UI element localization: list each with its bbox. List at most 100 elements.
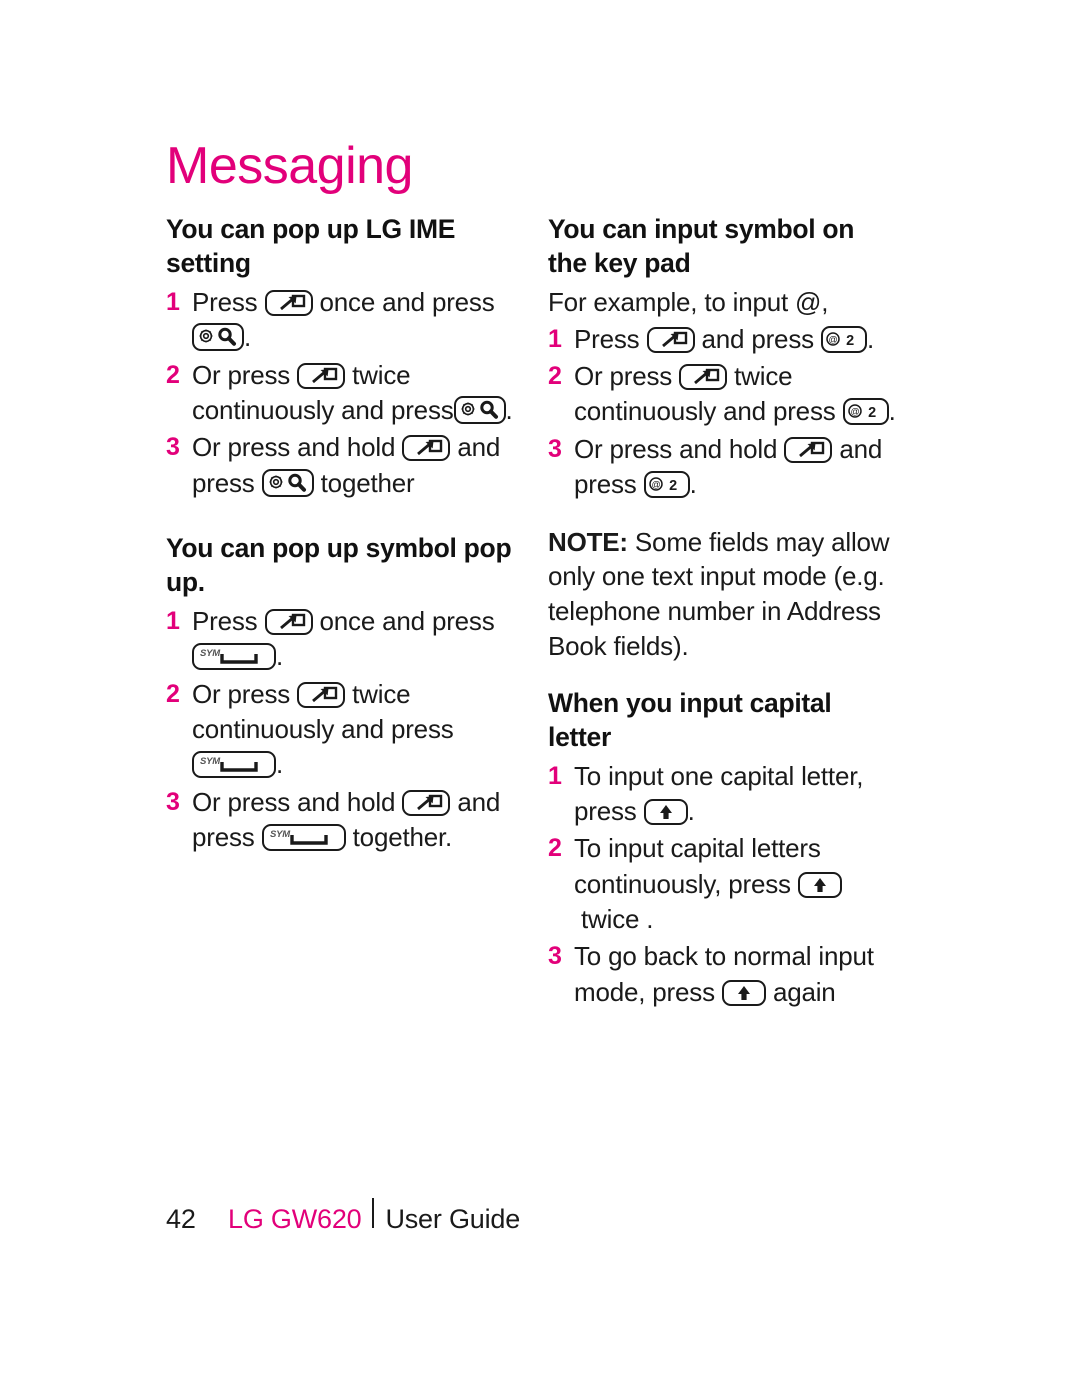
tab-key-icon (679, 364, 728, 391)
step-text-fragment: together (320, 467, 415, 498)
shift-key-icon (721, 979, 766, 1006)
brand-name: LG GW620 (228, 1204, 362, 1234)
step-text: To input capital letters continuously, p… (574, 831, 900, 937)
step-text-fragment: Or press and hold (192, 432, 396, 463)
right-column: You can input symbol on the key pad For … (548, 212, 900, 1012)
steps-list-input-symbol: 1 Press and press @2. 2 Or press twice c… (548, 322, 900, 503)
step-text: Or press and hold and press SYM together… (192, 785, 518, 856)
tab-key-icon (402, 435, 451, 462)
footer-divider (372, 1198, 375, 1228)
example-intro-text: For example, to input @, (548, 286, 829, 317)
step-text-fragment: To input one capital letter, press (574, 760, 864, 827)
step-number: 2 (548, 362, 562, 391)
tab-key-icon (297, 681, 346, 708)
list-item: 3 To go back to normal input mode, press… (548, 939, 900, 1010)
sym-key-icon: SYM (261, 824, 346, 852)
step-text: Press once and press SYM. (192, 604, 518, 675)
tab-key-icon (646, 326, 695, 353)
step-text-fragment: Or press (192, 359, 291, 390)
page-title: Messaging (166, 137, 413, 195)
step-text-fragment: Or press (574, 361, 673, 392)
list-item: 3 Or press and hold and press together (166, 430, 518, 501)
note-label: NOTE: (548, 526, 628, 557)
list-item: 1 To input one capital letter, press . (548, 759, 900, 830)
svg-text:SYM: SYM (200, 756, 221, 767)
svg-text:@: @ (850, 407, 859, 417)
svg-text:2: 2 (668, 479, 677, 495)
step-text: Press once and press . (192, 285, 518, 356)
step-text-fragment: once and press (319, 286, 495, 317)
step-text-fragment: . (505, 394, 513, 425)
page-footer: 42 LG GW620 User Guide (166, 1198, 520, 1235)
step-text-fragment: . (276, 641, 284, 672)
step-text-fragment: . (888, 396, 896, 427)
tab-key-icon (402, 789, 451, 816)
step-text-fragment: Press (192, 605, 258, 636)
page-number: 42 (166, 1204, 196, 1234)
step-text: To input one capital letter, press . (574, 759, 900, 830)
step-text-fragment: . (244, 322, 252, 353)
list-item: 3 Or press and hold and press SYM togeth… (166, 785, 518, 856)
list-item: 3 Or press and hold and press @2. (548, 432, 900, 503)
step-number: 3 (548, 942, 562, 971)
at-2-key-icon: @2 (842, 398, 889, 426)
list-item: 2 Or press twice continuously and press … (548, 359, 900, 430)
list-item: 1 Press once and press . (166, 285, 518, 356)
at-2-key-icon: @2 (643, 471, 690, 499)
step-number: 2 (166, 679, 180, 708)
step-text: Press and press @2. (574, 322, 900, 357)
step-text-fragment: Or press (192, 678, 291, 709)
step-number: 2 (166, 360, 180, 389)
at-2-key-icon: @2 (820, 325, 867, 353)
manual-page: Messaging You can pop up LG IME setting … (0, 0, 1080, 1388)
step-text-fragment: . (276, 749, 284, 780)
step-text: Or press and hold and press @2. (574, 432, 900, 503)
search-key-icon (192, 323, 244, 352)
list-item: 2 Or press twice continuously and press. (166, 358, 518, 429)
search-key-icon (453, 395, 506, 424)
tab-key-icon (297, 362, 346, 389)
list-item: 1 Press and press @2. (548, 322, 900, 357)
step-number: 1 (548, 761, 562, 790)
step-number: 3 (166, 787, 180, 816)
step-number: 2 (548, 834, 562, 863)
svg-text:@: @ (651, 480, 660, 490)
list-item: 2 To input capital letters continuously,… (548, 831, 900, 937)
svg-text:SYM: SYM (270, 829, 291, 840)
step-text: Or press twice continuously and press @2… (574, 359, 900, 430)
step-text-fragment: . (866, 323, 874, 354)
step-text: Or press and hold and press together (192, 430, 518, 501)
steps-list-capital-letter: 1 To input one capital letter, press . 2… (548, 759, 900, 1011)
steps-list-lg-ime: 1 Press once and press . 2 Or press twic… (166, 285, 518, 501)
sym-key-icon: SYM (192, 751, 276, 779)
svg-text:SYM: SYM (200, 648, 221, 659)
step-text-fragment: and press (701, 323, 815, 354)
left-column: You can pop up LG IME setting 1 Press on… (166, 212, 518, 857)
footer-guide-label: User Guide (385, 1204, 521, 1234)
search-key-icon (261, 468, 314, 497)
list-item: 2 Or press twice continuously and press … (166, 677, 518, 783)
shift-key-icon (797, 871, 842, 898)
step-text-fragment: To input capital letters continuously, p… (574, 833, 821, 899)
step-text: To go back to normal input mode, press a… (574, 939, 900, 1010)
svg-text:2: 2 (867, 406, 876, 422)
step-text-fragment: Press (192, 286, 258, 317)
step-number: 1 (166, 606, 180, 635)
step-text-fragment: again (772, 976, 836, 1007)
step-text-fragment: Or press and hold (574, 433, 778, 464)
step-text-fragment: . (689, 469, 697, 500)
step-text-fragment: Or press and hold (192, 786, 396, 817)
note-paragraph: NOTE: Some fields may allow only one tex… (548, 525, 900, 664)
tab-key-icon (784, 436, 833, 463)
step-text: Or press twice continuously and press SY… (192, 677, 518, 783)
shift-key-icon (643, 799, 688, 826)
steps-list-symbol-popup: 1 Press once and press SYM. 2 Or press t… (166, 604, 518, 856)
list-item: 1 Press once and press SYM. (166, 604, 518, 675)
step-number: 3 (166, 433, 180, 462)
step-text-fragment: Press (574, 323, 640, 354)
step-number: 1 (166, 287, 180, 316)
step-number: 1 (548, 324, 562, 353)
step-text-fragment: once and press (319, 605, 495, 636)
section-heading-lg-ime: You can pop up LG IME setting (166, 214, 456, 279)
svg-text:@: @ (828, 334, 837, 344)
